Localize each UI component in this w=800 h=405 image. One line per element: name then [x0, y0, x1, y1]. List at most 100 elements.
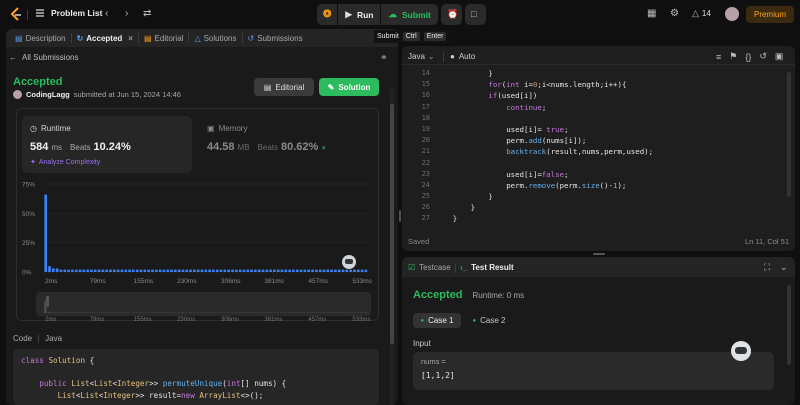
chart-bar[interactable] — [132, 269, 135, 272]
case-1-tab[interactable]: ● Case 1 — [413, 313, 461, 328]
chart-bar[interactable] — [59, 269, 63, 272]
chart-bar[interactable] — [48, 266, 51, 272]
chart-bar[interactable] — [356, 269, 360, 272]
chart-bar[interactable] — [170, 269, 173, 272]
chart-bar[interactable] — [330, 269, 333, 272]
auto-mode-toggle[interactable]: ● Auto — [450, 52, 475, 61]
editorial-button[interactable]: ▤ Editorial — [254, 78, 314, 96]
chart-bar[interactable] — [238, 269, 242, 272]
expand-icon[interactable]: ▣ — [775, 51, 784, 62]
scrollbar-thumb[interactable] — [390, 104, 394, 344]
chart-bar[interactable] — [113, 269, 116, 272]
chart-bar[interactable] — [71, 269, 74, 272]
chart-bar[interactable] — [341, 269, 345, 272]
chart-bar[interactable] — [109, 269, 112, 272]
chart-bar[interactable] — [166, 269, 169, 272]
chart-bar[interactable] — [269, 269, 272, 272]
chart-bar[interactable] — [158, 269, 162, 272]
input-box[interactable]: nums = [1,1,2] — [413, 352, 774, 390]
collapse-icon[interactable]: ⌄ — [780, 262, 788, 273]
avatar[interactable] — [725, 7, 739, 21]
chart-bar[interactable] — [219, 269, 223, 272]
tab-editorial[interactable]: ▤ Editorial — [139, 29, 188, 47]
chart-bar[interactable] — [147, 269, 150, 272]
maximize-icon[interactable]: ⛶ — [764, 262, 770, 273]
braces-icon[interactable]: {} — [745, 52, 751, 62]
chart-bar[interactable] — [196, 269, 200, 272]
prev-problem-icon[interactable]: ‹ — [105, 8, 108, 19]
chart-bar[interactable] — [292, 269, 295, 272]
robot-avatar-icon[interactable] — [342, 255, 356, 269]
chart-bar[interactable] — [227, 269, 230, 272]
settings-gear-icon[interactable]: ⚙ — [670, 8, 679, 19]
chart-bar[interactable] — [204, 269, 208, 272]
problem-list-link[interactable]: Problem List — [35, 8, 102, 18]
chart-bar[interactable] — [200, 269, 204, 272]
chart-bar[interactable] — [234, 269, 238, 272]
chart-bar[interactable] — [364, 269, 368, 272]
share-link-icon[interactable]: ⚭ — [380, 52, 388, 63]
shuffle-icon[interactable]: ⇄ — [143, 8, 151, 19]
chart-bar[interactable] — [212, 269, 215, 272]
chart-bar[interactable] — [353, 269, 356, 272]
horizontal-resize-handle[interactable] — [593, 253, 605, 255]
chart-bar[interactable] — [162, 269, 166, 272]
chart-bar[interactable] — [44, 194, 48, 272]
chart-bar[interactable] — [250, 269, 253, 272]
tab-submissions[interactable]: ↺ Submissions — [243, 29, 308, 47]
chart-bar[interactable] — [151, 269, 154, 272]
chart-bar[interactable] — [349, 269, 352, 272]
chart-bar[interactable] — [139, 269, 143, 272]
chart-bar[interactable] — [242, 269, 246, 272]
analyze-complexity-link[interactable]: ✦ Analyze Complexity — [30, 158, 100, 167]
chart-bar[interactable] — [174, 269, 177, 272]
next-problem-icon[interactable]: › — [125, 8, 128, 19]
chart-bar[interactable] — [189, 269, 192, 272]
chart-bar[interactable] — [322, 269, 326, 272]
debug-button[interactable]: ❂ — [317, 4, 337, 25]
chart-bar[interactable] — [78, 269, 82, 272]
chart-bar[interactable] — [257, 269, 261, 272]
chart-bar[interactable] — [52, 268, 55, 272]
chart-bar[interactable] — [326, 269, 330, 272]
chart-bar[interactable] — [86, 269, 89, 272]
tab-solutions[interactable]: △ Solutions — [189, 29, 241, 47]
chart-bar[interactable] — [63, 269, 67, 272]
chart-bar[interactable] — [90, 269, 93, 272]
chart-bar[interactable] — [295, 269, 299, 272]
chart-bar[interactable] — [276, 269, 280, 272]
test-scrollbar[interactable] — [787, 285, 791, 365]
chart-bar[interactable] — [261, 269, 265, 272]
submitted-code-block[interactable]: class Solution { public List<List<Intege… — [13, 349, 379, 405]
chart-bar[interactable] — [181, 269, 185, 272]
editor-code[interactable]: } for(int i=0;i<nums.length;i++){ if(use… — [435, 68, 653, 225]
chart-bar[interactable] — [193, 269, 196, 272]
chart-bar[interactable] — [231, 269, 234, 272]
tab-description[interactable]: ▤ Description — [10, 29, 71, 47]
scrollbar-track[interactable] — [390, 89, 394, 405]
streak-counter[interactable]: △ 14 — [692, 8, 711, 19]
chart-bar[interactable] — [273, 269, 276, 272]
robot-assistant-icon[interactable] — [731, 341, 751, 361]
chart-bar[interactable] — [280, 269, 284, 272]
bookmark-icon[interactable]: ⚑ — [729, 51, 737, 62]
chart-bar[interactable] — [246, 269, 250, 272]
language-select[interactable]: Java ⌄ — [408, 52, 435, 61]
chart-bar[interactable] — [124, 269, 128, 272]
premium-button[interactable]: Premium — [746, 6, 794, 23]
chart-bar[interactable] — [143, 269, 147, 272]
memory-card[interactable]: ▣ Memory 44.58 MB Beats 80.62% ● — [199, 116, 374, 173]
leetcode-logo-icon[interactable] — [9, 7, 23, 22]
chart-bar[interactable] — [101, 269, 105, 272]
chart-bar[interactable] — [128, 269, 131, 272]
chart-bar[interactable] — [93, 269, 97, 272]
reset-icon[interactable]: ↺ — [759, 51, 767, 62]
chart-bar[interactable] — [185, 269, 189, 272]
solution-button[interactable]: ✎ Solution — [319, 78, 379, 96]
chart-bar[interactable] — [120, 269, 124, 272]
chart-bar[interactable] — [135, 269, 139, 272]
chart-bar[interactable] — [307, 269, 311, 272]
chart-bar[interactable] — [288, 269, 291, 272]
chart-bar[interactable] — [315, 269, 318, 272]
close-icon[interactable]: × — [128, 34, 133, 43]
